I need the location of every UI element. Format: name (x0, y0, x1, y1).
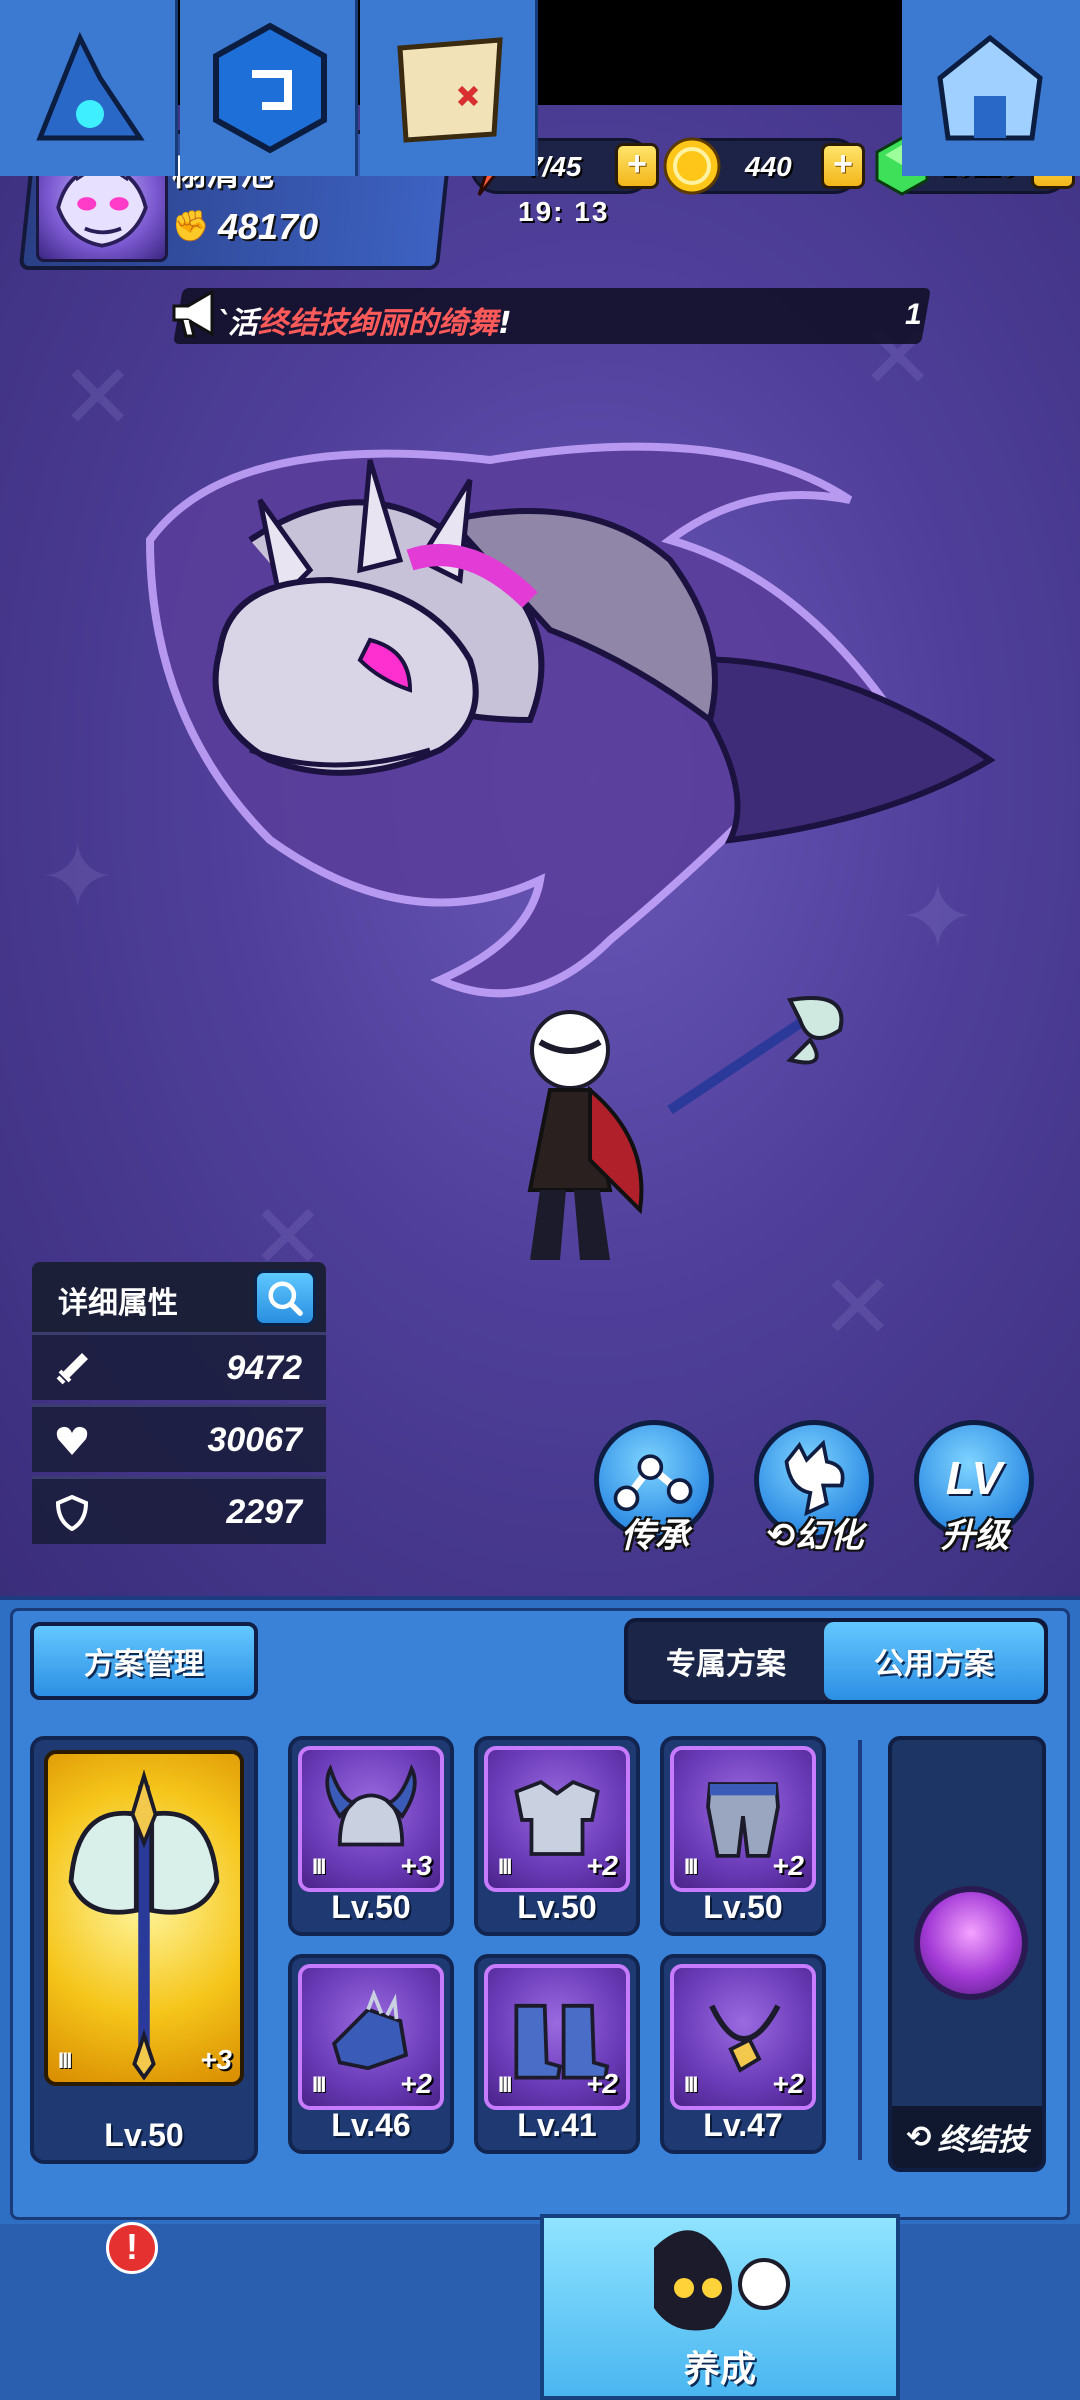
search-icon (268, 1281, 303, 1316)
announcement-count: 1 (905, 298, 922, 331)
level-up-button[interactable]: LV 升级 (912, 1420, 1038, 1570)
necklace-level: Lv.47 (703, 2107, 783, 2143)
health-stat-row: 30067 (32, 1404, 326, 1472)
scheme-management-button[interactable]: 方案管理 (30, 1622, 258, 1700)
gauntlet-slot[interactable]: III +2 Lv.46 (288, 1954, 454, 2154)
shield-icon (55, 1495, 89, 1531)
fist-icon: ✊ (172, 209, 210, 244)
defense-value: 2297 (226, 1493, 302, 1531)
armor-level: Lv.50 (517, 1889, 597, 1925)
slot-divider (858, 1740, 862, 2160)
battle-axe-icon (68, 1769, 220, 2081)
detail-stats-title: 详细属性 (58, 1286, 178, 1321)
nav-map[interactable] (360, 0, 538, 176)
sword-icon (56, 1353, 88, 1385)
tab-exclusive-scheme[interactable]: 专属方案 (628, 1622, 824, 1700)
scheme-tabs: 专属方案 公用方案 (624, 1618, 1048, 1704)
transform-label: ⟲幻化 (766, 1516, 864, 1556)
gold-coin-icon (663, 137, 721, 195)
necklace-slot[interactable]: III +2 Lv.47 (660, 1954, 826, 2154)
gold-counter: 440 + (663, 137, 865, 195)
armor-slot[interactable]: III +2 Lv.50 (474, 1736, 640, 1936)
hex-emblem-icon (213, 22, 327, 154)
announcement-text: ̀活终结技绚丽的绮舞! (228, 306, 512, 341)
weapon-slot[interactable]: III +3 Lv.50 (30, 1736, 258, 2164)
energy-timer: 19: 13 (518, 196, 610, 227)
detail-stats-button[interactable] (254, 1270, 316, 1326)
shadow-dragon-illustration (145, 442, 996, 998)
attack-stat-row: 9472 (32, 1332, 326, 1400)
swap-icon: ⟲ (906, 2119, 932, 2155)
combat-power-value: 48170 (218, 206, 319, 247)
nav-cultivate-label: 养成 (683, 2349, 756, 2390)
weapon-plus: +3 (200, 2044, 232, 2075)
gold-value: 440 (745, 151, 792, 182)
heart-icon (56, 1426, 88, 1455)
inherit-label: 传承 (621, 1516, 689, 1556)
inherit-button[interactable]: 传承 (592, 1420, 718, 1570)
combat-power: ✊ 48170 (172, 206, 318, 248)
pants-slot[interactable]: III +2 Lv.50 (660, 1736, 826, 1936)
tab-public-scheme[interactable]: 公用方案 (824, 1622, 1044, 1700)
boots-slot[interactable]: III +2 Lv.41 (474, 1954, 640, 2154)
helmet-level: Lv.50 (331, 1889, 411, 1925)
attack-value: 9472 (226, 1349, 302, 1387)
gauntlet-level: Lv.46 (331, 2107, 411, 2143)
defense-stat-row: 2297 (32, 1476, 326, 1544)
detail-stats-panel: 详细属性 9472 30067 2297 (32, 1262, 326, 1558)
nav-base[interactable] (902, 0, 1080, 176)
ultimate-orb-icon (914, 1886, 1028, 2000)
ultimate-skill-slot[interactable]: ⟲ 终结技 (888, 1736, 1046, 2172)
refresh-icon: ⟲ (766, 1516, 796, 1556)
ultimate-label: ⟲ 终结技 (892, 2106, 1042, 2168)
level-up-icon: LV (945, 1452, 1003, 1504)
weapon-tier: III (58, 2048, 72, 2073)
announcement-highlight: 终结技绚丽的绮舞 (258, 306, 498, 341)
nav-home[interactable] (0, 0, 178, 176)
pants-level: Lv.50 (703, 1889, 783, 1925)
megaphone-icon (172, 289, 214, 338)
helmet-slot[interactable]: III +3 Lv.50 (288, 1736, 454, 1936)
transform-button[interactable]: ⟲幻化 (752, 1420, 878, 1570)
weapon-level: Lv.50 (104, 2117, 184, 2153)
crystal-tower-icon (36, 31, 145, 141)
add-energy-button[interactable]: + (615, 143, 659, 189)
add-gold-button[interactable]: + (821, 143, 865, 189)
treasure-map-icon (397, 37, 503, 143)
health-value: 30067 (207, 1421, 302, 1459)
hero-character-illustration (527, 996, 844, 1260)
nav-adventure[interactable] (180, 0, 358, 176)
level-up-label: 升级 (941, 1516, 1009, 1556)
notification-badge: ! (106, 2222, 158, 2274)
shop-building-icon (937, 34, 1043, 141)
boots-level: Lv.41 (517, 2107, 597, 2143)
